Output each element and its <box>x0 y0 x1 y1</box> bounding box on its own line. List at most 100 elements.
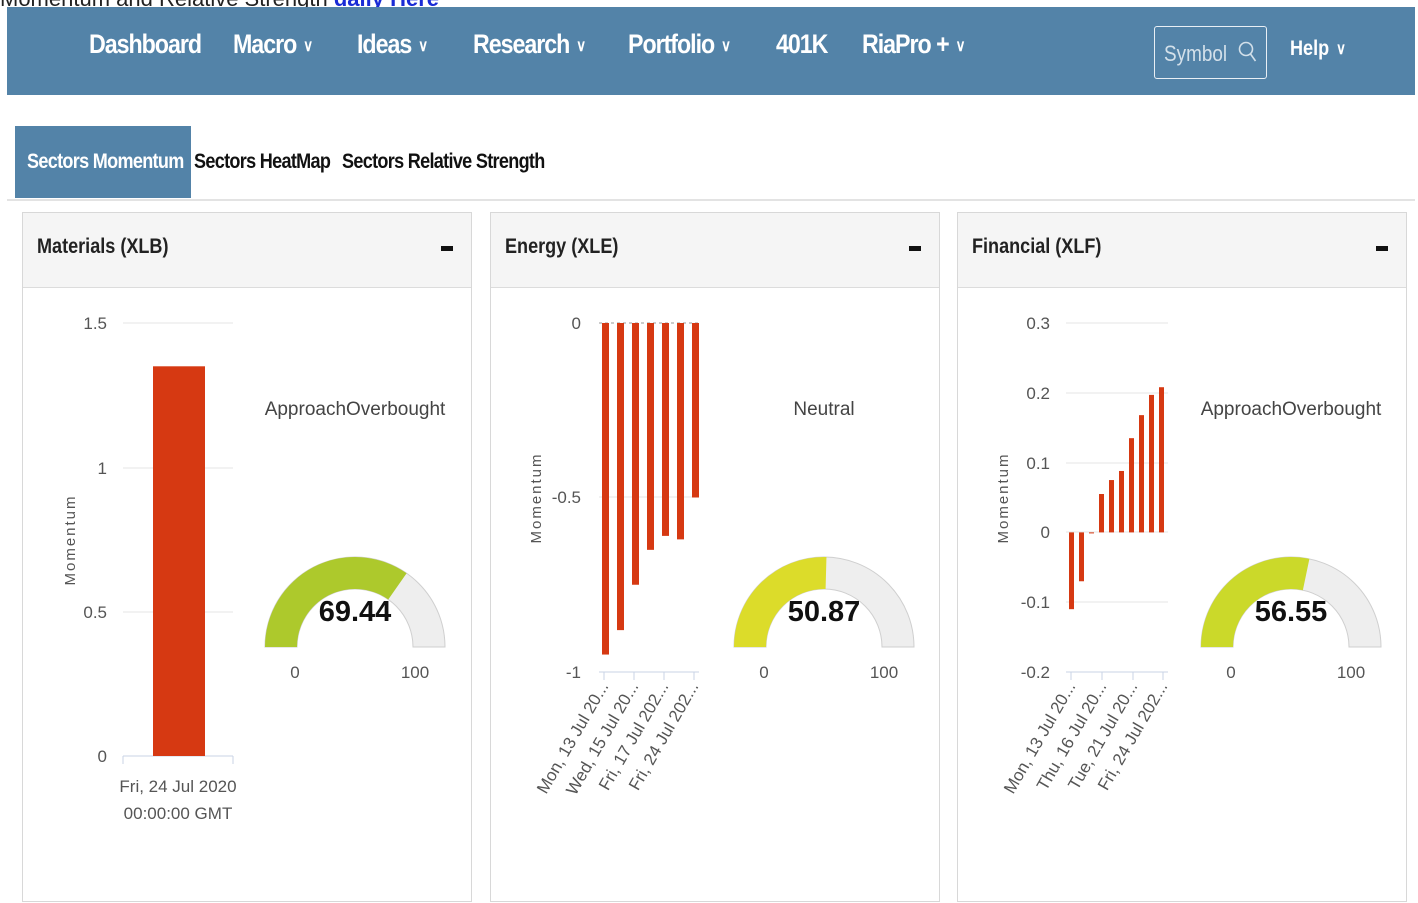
gauge-min-label: 0 <box>1226 663 1235 682</box>
panel-header: Financial (XLF) <box>958 213 1406 288</box>
momentum-bar <box>1139 415 1144 533</box>
momentum-bar <box>1129 438 1134 533</box>
collapse-icon[interactable] <box>1376 246 1388 251</box>
chevron-down-icon: ∨ <box>955 37 965 55</box>
momentum-bar <box>662 323 669 536</box>
nav-research-label: Research <box>473 29 570 59</box>
panel-materials: Materials (XLB) 1.5 1 0.5 0 Momentum Fri… <box>22 212 472 902</box>
panel-financial: Financial (XLF) 0.3 0.2 0.1 0 -0.1 -0.2 … <box>957 212 1407 902</box>
gauge-max-label: 100 <box>1337 663 1365 682</box>
y-tick-label: 0 <box>98 747 107 766</box>
gauge-status-label: Neutral <box>793 399 854 420</box>
nav-macro[interactable]: Macro ∨ <box>233 29 313 60</box>
nav-ideas[interactable]: Ideas ∨ <box>357 29 428 60</box>
bars-group <box>602 323 699 655</box>
help-label: Help <box>1290 37 1330 60</box>
panel-energy: Energy (XLE) 0 -0.5 -1 Momentum Mon, 13 … <box>490 212 940 902</box>
symbol-search-input[interactable]: Symbol <box>1154 26 1267 79</box>
gauge-status-label: ApproachOverbought <box>265 399 446 420</box>
collapse-icon[interactable] <box>909 246 921 251</box>
top-navigation-bar: Dashboard Macro ∨ Ideas ∨ Research ∨ Portfo… <box>7 7 1415 95</box>
y-axis-title: Momentum <box>995 452 1012 543</box>
y-tick-label: 0 <box>1041 523 1050 542</box>
nav-dashboard-label: Dashboard <box>89 29 202 59</box>
nav-ideas-label: Ideas <box>357 29 412 59</box>
tab-sectors-momentum[interactable]: Sectors Momentum <box>15 126 191 198</box>
panel-title: Materials (XLB) <box>37 235 169 258</box>
y-tick-label: -1 <box>566 663 581 682</box>
chevron-down-icon: ∨ <box>721 37 731 55</box>
momentum-bar <box>1159 387 1164 533</box>
gauge-status-label: ApproachOverbought <box>1201 399 1382 420</box>
chevron-down-icon: ∨ <box>576 37 586 55</box>
y-tick-label: 0.2 <box>1026 384 1050 403</box>
y-tick-label: -0.2 <box>1021 663 1050 682</box>
momentum-bar <box>1099 494 1104 533</box>
help-menu[interactable]: Help ∨ <box>1290 37 1346 61</box>
gauge-value: 50.87 <box>788 596 861 628</box>
gauge-value: 56.55 <box>1255 596 1328 628</box>
y-tick-label: -0.1 <box>1021 593 1050 612</box>
y-tick-label: 0.3 <box>1026 314 1050 333</box>
search-icon[interactable] <box>1238 41 1258 63</box>
bars-group <box>1069 387 1164 610</box>
tab-sectors-heatmap[interactable]: Sectors HeatMap <box>194 126 352 198</box>
panel-header: Energy (XLE) <box>491 213 939 288</box>
nav-401k[interactable]: 401K <box>776 29 828 60</box>
panel-title: Energy (XLE) <box>505 235 619 258</box>
momentum-bar <box>677 323 684 540</box>
momentum-bar <box>1079 532 1084 582</box>
momentum-chart-energy: 0 -0.5 -1 Momentum Mon, 13 Jul 20... Wed… <box>528 314 915 798</box>
nav-portfolio-label: Portfolio <box>628 29 715 59</box>
gauge-value: 69.44 <box>319 596 392 628</box>
chevron-down-icon: ∨ <box>418 37 428 55</box>
chevron-down-icon: ∨ <box>1336 41 1347 59</box>
bars-group <box>153 366 205 756</box>
nav-riapro-label: RiaPro + <box>862 29 950 59</box>
momentum-chart-financial: 0.3 0.2 0.1 0 -0.1 -0.2 Momentum Mon, 13… <box>995 314 1382 797</box>
collapse-icon[interactable] <box>441 246 453 251</box>
momentum-bar <box>153 366 205 756</box>
momentum-bar <box>1089 532 1094 534</box>
y-tick-label: 1 <box>98 459 107 478</box>
tab-sectors-momentum-label: Sectors Momentum <box>27 150 184 173</box>
y-tick-label: -0.5 <box>552 488 581 507</box>
tab-sectors-relative-strength-label: Sectors Relative Strength <box>342 150 545 173</box>
y-tick-label: 0.5 <box>83 603 107 622</box>
y-tick-label: 0 <box>572 314 581 333</box>
gauge-max-label: 100 <box>870 663 898 682</box>
nav-riapro[interactable]: RiaPro + ∨ <box>862 29 966 60</box>
nav-macro-label: Macro <box>233 29 297 59</box>
top-strip: Momentum and Relative Strength daily Her… <box>0 0 439 11</box>
nav-401k-label: 401K <box>776 29 828 59</box>
nav-research[interactable]: Research ∨ <box>473 29 586 60</box>
momentum-bar <box>632 323 639 585</box>
momentum-bar <box>617 323 624 631</box>
nav-dashboard[interactable]: Dashboard <box>89 29 202 60</box>
momentum-chart-materials: 1.5 1 0.5 0 Momentum Fri, 24 Jul 2020 00… <box>62 314 446 823</box>
tab-sectors-relative-strength[interactable]: Sectors Relative Strength <box>342 126 578 198</box>
y-axis-title: Momentum <box>62 494 79 585</box>
tabs-divider <box>7 199 1415 201</box>
momentum-bar <box>692 323 699 498</box>
y-tick-label: 1.5 <box>83 314 107 333</box>
y-tick-label: 0.1 <box>1026 454 1050 473</box>
tab-sectors-heatmap-label: Sectors HeatMap <box>194 150 331 173</box>
momentum-bar <box>602 323 609 655</box>
momentum-bar <box>1119 470 1124 533</box>
search-placeholder: Symbol <box>1164 41 1228 66</box>
y-axis-title: Momentum <box>528 452 545 543</box>
gauge-min-label: 0 <box>290 663 299 682</box>
chevron-down-icon: ∨ <box>303 37 313 55</box>
panel-header: Materials (XLB) <box>23 213 471 288</box>
momentum-bar <box>1069 532 1074 610</box>
gauge-min-label: 0 <box>759 663 768 682</box>
momentum-bar <box>1109 480 1114 533</box>
x-tick-label: Fri, 24 Jul 2020 <box>119 777 236 796</box>
nav-portfolio[interactable]: Portfolio ∨ <box>628 29 731 60</box>
momentum-bar <box>647 323 654 550</box>
panel-title: Financial (XLF) <box>972 235 1102 258</box>
momentum-bar <box>1149 394 1154 533</box>
x-tick-label: 00:00:00 GMT <box>124 804 233 823</box>
gauge-max-label: 100 <box>401 663 429 682</box>
